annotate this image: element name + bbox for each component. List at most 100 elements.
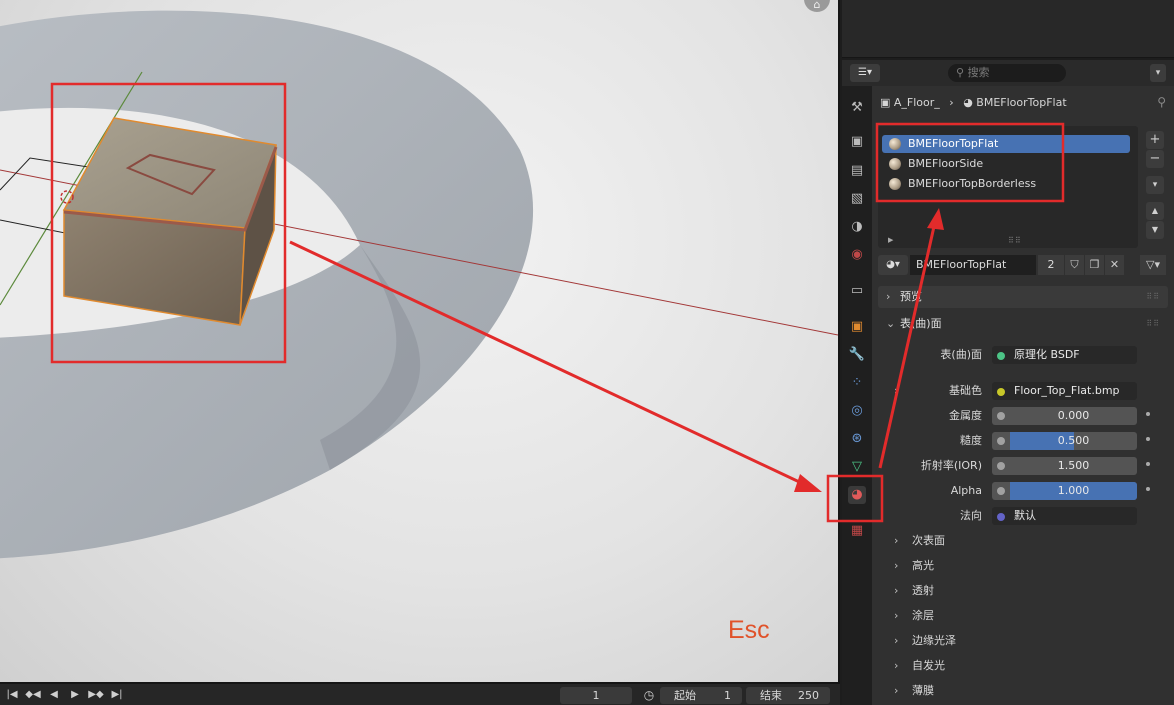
- frame-start-field[interactable]: 起始 1: [660, 687, 742, 704]
- keyframe-dot-icon[interactable]: [1146, 487, 1150, 491]
- preview-section-header[interactable]: › 预览 ⠿⠿: [878, 286, 1168, 308]
- search-input[interactable]: ⚲ 搜索: [948, 64, 1066, 82]
- list-item[interactable]: BMEFloorSide: [882, 155, 1130, 173]
- collection-tab-icon[interactable]: ▭: [848, 282, 866, 300]
- value-socket-icon: [997, 437, 1005, 445]
- keyframe-dot-icon[interactable]: [1146, 437, 1150, 441]
- subpanel-transmission[interactable]: › 透射: [872, 581, 1174, 601]
- drag-grip-icon[interactable]: ⠿⠿: [1146, 313, 1160, 335]
- keyframe-dot-icon[interactable]: [1146, 462, 1150, 466]
- metallic-field[interactable]: 0.000: [1010, 407, 1137, 425]
- subpanel-subsurface[interactable]: › 次表面: [872, 531, 1174, 551]
- subpanel-specular[interactable]: › 高光: [872, 556, 1174, 576]
- value-socket-icon: [997, 487, 1005, 495]
- data-tab-icon[interactable]: ▽: [848, 458, 866, 476]
- play-reverse-icon[interactable]: ◀: [46, 688, 62, 702]
- jump-end-icon[interactable]: ▶|: [109, 688, 125, 702]
- resize-grip-icon[interactable]: ⠿⠿: [1008, 236, 1022, 245]
- unlink-material-icon[interactable]: ✕: [1105, 255, 1124, 275]
- surface-section-header[interactable]: ⌄ 表(曲)面 ⠿⠿: [878, 313, 1168, 335]
- list-item[interactable]: BMEFloorTopBorderless: [882, 175, 1130, 193]
- properties-header: ☰▾ ⚲ 搜索 ▾: [842, 60, 1174, 86]
- modifier-tab-icon[interactable]: 🔧: [848, 346, 866, 364]
- material-ball-icon: [889, 178, 901, 190]
- ior-row: 折射率(IOR) 1.500: [872, 456, 1174, 476]
- material-name-field[interactable]: BMEFloorTopFlat: [910, 255, 1036, 275]
- frame-end-field[interactable]: 结束 250: [746, 687, 830, 704]
- chevron-right-icon[interactable]: ›: [894, 381, 898, 401]
- scene-tab-icon[interactable]: ◑: [848, 218, 866, 236]
- 3d-viewport[interactable]: ⌂ Esc: [0, 0, 840, 684]
- surface-shader-label: 表(曲)面: [940, 348, 982, 361]
- slot-specials-dropdown-icon[interactable]: ▾: [1146, 176, 1164, 194]
- roughness-value: 0.500: [1057, 434, 1090, 447]
- user-count-badge[interactable]: 2: [1038, 255, 1064, 275]
- alpha-value: 1.000: [1057, 484, 1090, 497]
- alpha-field[interactable]: 1.000: [1010, 482, 1137, 500]
- subpanel-thin-film[interactable]: › 薄膜: [872, 681, 1174, 701]
- surface-section-label: 表(曲)面: [900, 317, 942, 330]
- browse-material-icon[interactable]: ◕▾: [878, 255, 908, 275]
- ior-field[interactable]: 1.500: [1010, 457, 1137, 475]
- jump-start-icon[interactable]: |◀: [4, 688, 20, 702]
- tool-tab-icon[interactable]: ⚒: [848, 99, 866, 117]
- roughness-field[interactable]: 0.500: [1010, 432, 1137, 450]
- drag-grip-icon[interactable]: ⠿⠿: [1146, 286, 1160, 308]
- move-slot-down-button[interactable]: ▼: [1146, 221, 1164, 239]
- base-color-field[interactable]: Floor_Top_Flat.bmp: [992, 382, 1137, 400]
- link-mode-dropdown-icon[interactable]: ▽▾: [1140, 255, 1166, 275]
- object-icon: ▣: [880, 96, 894, 109]
- object-tab-icon[interactable]: ▣: [848, 318, 866, 336]
- subpanel-emission[interactable]: › 自发光: [872, 656, 1174, 676]
- remove-slot-button[interactable]: −: [1146, 150, 1164, 168]
- normal-row: 法向 默认: [872, 506, 1174, 526]
- subpanel-label: 高光: [912, 559, 934, 572]
- fake-user-shield-icon[interactable]: ⛉: [1065, 255, 1084, 275]
- material-slot-list[interactable]: BMEFloorTopFlat BMEFloorSide BMEFloorTop…: [878, 126, 1138, 248]
- material-ball-icon: [889, 158, 901, 170]
- material-selector-row: ◕▾ BMEFloorTopFlat 2 ⛉ ❐ ✕ ▽▾: [878, 255, 1168, 275]
- duplicate-material-icon[interactable]: ❐: [1085, 255, 1104, 275]
- world-tab-icon[interactable]: ◉: [848, 246, 866, 264]
- view-layer-tab-icon[interactable]: ▧: [848, 190, 866, 208]
- texture-tab-icon[interactable]: ▦: [848, 522, 866, 540]
- particles-tab-icon[interactable]: ⁘: [848, 374, 866, 392]
- next-keyframe-icon[interactable]: ▶◆: [88, 688, 104, 702]
- subpanel-label: 次表面: [912, 534, 945, 547]
- current-frame-field[interactable]: 1: [560, 687, 632, 704]
- list-item[interactable]: BMEFloorTopFlat: [882, 135, 1130, 153]
- chevron-right-icon: ›: [886, 290, 891, 303]
- expand-list-icon[interactable]: ▶: [888, 236, 893, 244]
- roughness-row: 糙度 0.500: [872, 431, 1174, 451]
- normal-field[interactable]: 默认: [992, 507, 1137, 525]
- clock-icon[interactable]: ◷: [640, 687, 658, 704]
- breadcrumb-material: BMEFloorTopFlat: [976, 96, 1067, 109]
- editor-type-icon[interactable]: ☰▾: [850, 64, 880, 82]
- pin-icon[interactable]: ⚲: [1157, 95, 1166, 109]
- subpanel-label: 自发光: [912, 659, 945, 672]
- physics-tab-icon[interactable]: ◎: [848, 402, 866, 420]
- surface-shader-field[interactable]: 原理化 BSDF: [992, 346, 1137, 364]
- subpanel-sheen[interactable]: › 边缘光泽: [872, 631, 1174, 651]
- timeline-bar: |◀ ◆◀ ◀ ▶ ▶◆ ▶| 1 ◷ 起始 1 结束 250: [0, 684, 840, 705]
- roughness-label: 糙度: [960, 434, 982, 447]
- keyframe-dot-icon[interactable]: [1146, 412, 1150, 416]
- play-icon[interactable]: ▶: [67, 688, 83, 702]
- subpanel-label: 涂层: [912, 609, 934, 622]
- metallic-value: 0.000: [1057, 409, 1090, 422]
- render-tab-icon[interactable]: ▣: [848, 133, 866, 151]
- value-socket-icon: [997, 462, 1005, 470]
- add-slot-button[interactable]: +: [1146, 131, 1164, 149]
- move-slot-up-button[interactable]: ▲: [1146, 202, 1164, 220]
- material-tab-icon[interactable]: ◕: [848, 486, 866, 504]
- base-color-row: › 基础色 Floor_Top_Flat.bmp: [872, 381, 1174, 401]
- output-tab-icon[interactable]: ▤: [848, 162, 866, 180]
- options-dropdown-icon[interactable]: ▾: [1150, 64, 1166, 82]
- constraints-tab-icon[interactable]: ⊛: [848, 430, 866, 448]
- base-color-label: 基础色: [949, 384, 982, 397]
- subpanel-coat[interactable]: › 涂层: [872, 606, 1174, 626]
- outliner-area: [842, 0, 1174, 58]
- prev-keyframe-icon[interactable]: ◆◀: [25, 688, 41, 702]
- chevron-right-icon: ›: [894, 634, 899, 647]
- frame-start-label: 起始: [674, 689, 696, 702]
